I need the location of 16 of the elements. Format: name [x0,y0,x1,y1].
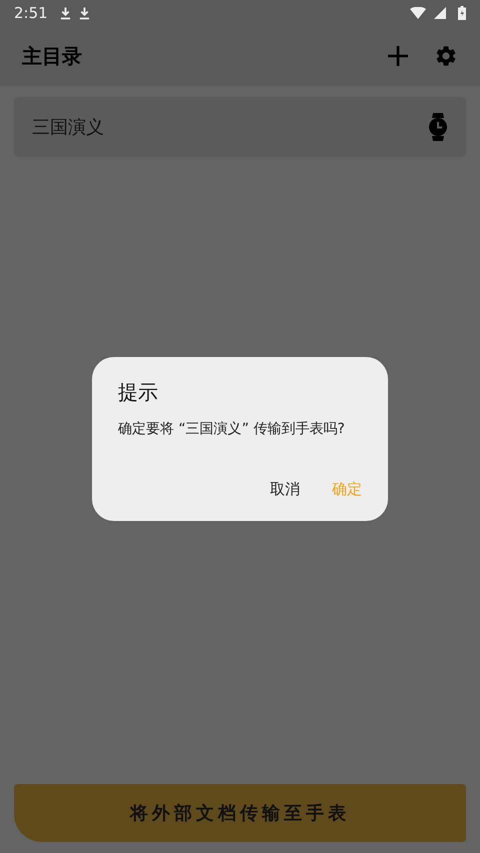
dialog-title: 提示 [118,379,158,406]
signal-icon [434,7,446,19]
dialog-button[interactable]: 取消 [258,472,312,507]
download-icon [78,6,90,20]
screen-title: 主目录 [22,42,82,70]
book-item[interactable]: 三国演义 [14,97,466,157]
battery-charging-icon [458,6,466,20]
status-time: 2:51 [14,4,48,22]
dialog-button[interactable]: 确定 [320,472,374,507]
dialog-message: 确定要将 “三国演义” 传输到手表吗? [118,420,345,438]
watch-icon[interactable] [428,113,448,141]
add-icon[interactable] [386,44,410,68]
download-icon [60,6,71,20]
settings-icon[interactable] [434,44,458,68]
wifi-icon [410,7,426,19]
transfer-button[interactable]: 将外部文档传输至手表 [14,784,466,842]
